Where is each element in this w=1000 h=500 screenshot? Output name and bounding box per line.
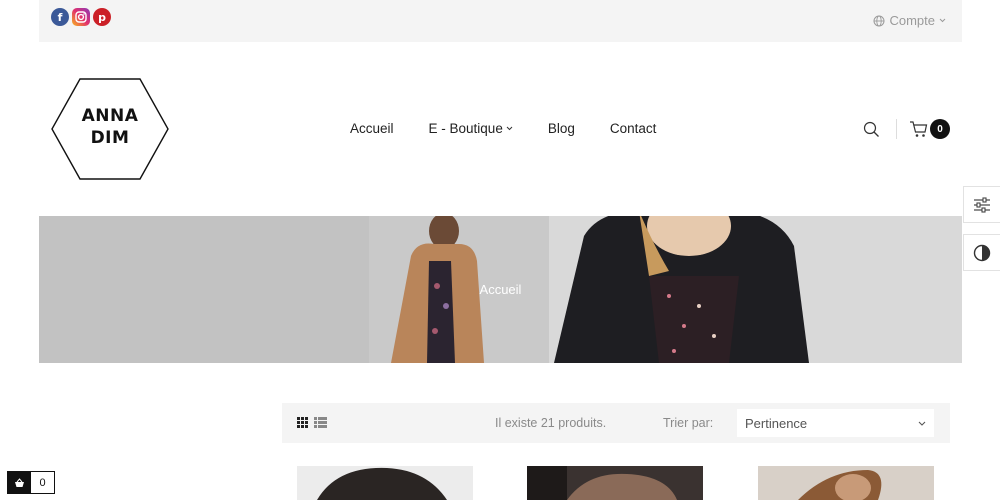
pinterest-icon[interactable]: p <box>93 8 111 26</box>
nav-item-blog[interactable]: Blog <box>548 121 575 136</box>
instagram-icon[interactable] <box>72 8 90 26</box>
search-icon[interactable] <box>863 121 880 138</box>
facebook-icon[interactable]: f <box>51 8 69 26</box>
product-image <box>758 466 934 500</box>
nav-label: Blog <box>547 121 575 136</box>
product-card[interactable] <box>297 466 473 500</box>
cart-count-badge: 0 <box>930 119 950 139</box>
chevron-down-icon <box>506 126 513 131</box>
nav-item-contact[interactable]: Contact <box>610 121 657 136</box>
product-image <box>297 466 473 500</box>
nav-label: Contact <box>609 121 657 136</box>
list-view-icon[interactable] <box>314 417 327 429</box>
banner-title: Accueil <box>479 282 522 297</box>
cart-button[interactable]: 0 <box>909 119 950 139</box>
mini-cart-button[interactable]: 0 <box>7 471 55 494</box>
top-bar: f p Compte <box>39 0 962 42</box>
contrast-icon <box>973 244 991 261</box>
chevron-down-icon <box>918 421 926 426</box>
sliders-icon <box>974 196 990 213</box>
page-banner: Accueil <box>39 216 962 363</box>
contrast-toggle-button[interactable] <box>963 234 1000 271</box>
site-logo[interactable]: ANNA DIM <box>50 77 170 181</box>
sort-value: Pertinence <box>745 415 808 431</box>
chevron-down-icon <box>939 18 946 23</box>
product-list-toolbar: Il existe 21 produits. Trier par: Pertin… <box>282 403 950 443</box>
logo-line-1: ANNA <box>81 106 139 126</box>
sort-select[interactable]: Pertinence <box>737 409 934 437</box>
main-nav: Accueil E - Boutique Blog Contact <box>350 121 656 136</box>
nav-item-accueil[interactable]: Accueil <box>350 121 394 136</box>
nav-label: Accueil <box>350 121 394 136</box>
product-card[interactable] <box>758 466 934 500</box>
basket-icon <box>8 472 31 493</box>
divider <box>896 119 897 139</box>
header-actions: 0 <box>863 119 950 139</box>
grid-view-icon[interactable] <box>297 417 308 428</box>
product-card[interactable] <box>527 466 703 500</box>
product-image <box>527 466 703 500</box>
mini-cart-count: 0 <box>31 472 54 493</box>
social-links: f p <box>51 8 111 26</box>
product-count: Il existe 21 produits. <box>495 416 607 430</box>
nav-item-e-boutique[interactable]: E - Boutique <box>429 121 513 136</box>
logo-line-2: DIM <box>90 128 130 148</box>
nav-label: E - Boutique <box>428 121 503 136</box>
account-label: Compte <box>889 13 935 28</box>
settings-panel-button[interactable] <box>963 186 1000 223</box>
account-menu[interactable]: Compte <box>873 13 946 28</box>
cart-icon <box>910 121 928 137</box>
globe-icon <box>873 15 885 26</box>
logo-text: ANNA DIM <box>50 105 170 149</box>
sort-label: Trier par: <box>663 416 714 430</box>
